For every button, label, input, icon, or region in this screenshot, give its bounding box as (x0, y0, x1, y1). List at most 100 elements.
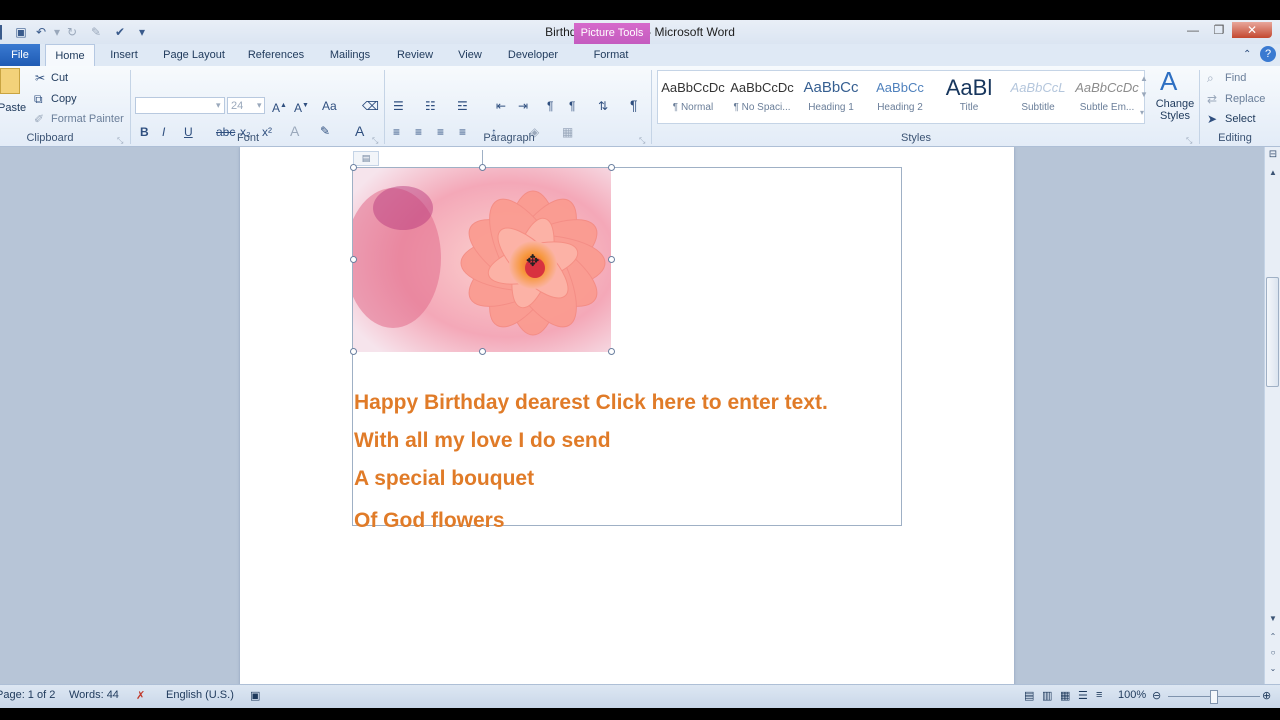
browse-object-icon[interactable]: ○ (1267, 647, 1279, 659)
zoom-in-icon[interactable]: ⊕ (1262, 689, 1271, 702)
cut-button[interactable]: Cut (51, 72, 68, 84)
resize-handle-n[interactable] (479, 164, 486, 171)
card-line-4[interactable]: Of God flowers (354, 509, 505, 533)
numbering-icon[interactable]: ☷ (425, 99, 436, 113)
zoom-level[interactable]: 100% (1118, 689, 1146, 701)
tab-page-layout[interactable]: Page Layout (155, 44, 233, 66)
copy-button[interactable]: Copy (51, 93, 77, 105)
scroll-down-icon[interactable]: ▼ (1267, 613, 1279, 625)
word-count[interactable]: Words: 44 (69, 689, 119, 701)
tab-references[interactable]: References (240, 44, 312, 66)
resize-handle-s[interactable] (479, 348, 486, 355)
macro-recording-icon[interactable]: ▣ (250, 689, 260, 702)
paste-button[interactable]: Paste (0, 102, 26, 114)
ltr-icon[interactable]: ¶ (547, 99, 553, 113)
font-name-dropdown-icon[interactable]: ▾ (216, 98, 221, 112)
style-normal[interactable]: AaBbCcDc ¶ Normal (660, 75, 726, 121)
previous-page-icon[interactable]: ⌃ (1267, 631, 1279, 643)
draft-icon[interactable]: ≡ (1096, 689, 1102, 701)
font-name-combo[interactable] (135, 97, 225, 114)
styles-scroll-up-icon[interactable]: ▲ (1140, 72, 1148, 86)
tab-mailings[interactable]: Mailings (320, 44, 380, 66)
resize-handle-sw[interactable] (350, 348, 357, 355)
font-launcher-icon[interactable]: ⤡ (372, 134, 378, 148)
cut-icon[interactable]: ✂ (35, 71, 45, 85)
decrease-indent-icon[interactable]: ⇤ (496, 99, 506, 113)
print-layout-icon[interactable]: ▤ (1024, 689, 1034, 702)
copy-icon[interactable]: ⧉ (34, 92, 43, 106)
find-icon[interactable]: ⌕ (1207, 71, 1214, 85)
select-button[interactable]: Select (1225, 113, 1256, 125)
tab-insert[interactable]: Insert (100, 44, 148, 66)
document-page[interactable]: ▤ ✥ Happy Birthday dearest Click here to… (240, 147, 1014, 684)
style-heading-1[interactable]: AaBbCc Heading 1 (798, 75, 864, 121)
styles-scroll-down-icon[interactable]: ▼ (1140, 88, 1148, 102)
scroll-up-icon[interactable]: ▲ (1267, 167, 1279, 179)
tab-home[interactable]: Home (45, 44, 95, 68)
resize-handle-se[interactable] (608, 348, 615, 355)
style-title[interactable]: AaBl Title (936, 75, 1002, 121)
layout-anchor-icon[interactable]: ▤ (353, 151, 379, 166)
bullets-icon[interactable]: ☰ (393, 99, 404, 113)
resize-handle-e[interactable] (608, 256, 615, 263)
close-icon[interactable]: ✕ (1232, 22, 1272, 38)
change-styles-icon[interactable]: A (1160, 66, 1177, 96)
vertical-scrollbar[interactable]: ⊟ ▲ ▼ ⌃ ○ ⌄ (1264, 147, 1280, 684)
change-case-icon[interactable]: Aa (322, 99, 337, 113)
card-line-3[interactable]: A special bouquet (354, 467, 534, 491)
styles-more-icon[interactable]: ▾ (1140, 106, 1144, 120)
clear-formatting-icon[interactable]: ⌫ (362, 99, 379, 113)
tab-file[interactable]: File (0, 44, 40, 66)
tab-developer[interactable]: Developer (500, 44, 566, 66)
flower-picture[interactable] (353, 168, 611, 352)
outline-icon[interactable]: ☰ (1078, 689, 1088, 702)
style-no-spacing[interactable]: AaBbCcDc ¶ No Spaci... (729, 75, 795, 121)
zoom-slider-thumb[interactable] (1210, 690, 1218, 704)
multilevel-list-icon[interactable]: ☲ (457, 99, 468, 113)
resize-handle-ne[interactable] (608, 164, 615, 171)
show-formatting-icon[interactable]: ¶ (630, 98, 638, 112)
rtl-icon[interactable]: ¶ (569, 99, 575, 113)
replace-button[interactable]: Replace (1225, 93, 1265, 105)
format-painter-icon[interactable]: ✐ (34, 112, 44, 126)
language[interactable]: English (U.S.) (166, 689, 234, 701)
styles-launcher-icon[interactable]: ⤡ (1186, 134, 1192, 148)
proofing-icon[interactable]: ✗ (136, 689, 145, 702)
select-icon[interactable]: ➤ (1207, 112, 1217, 126)
card-line-1[interactable]: Happy Birthday dearest Click here to ent… (354, 391, 828, 415)
grow-font-icon[interactable]: A▲ (272, 99, 287, 115)
resize-handle-w[interactable] (350, 256, 357, 263)
replace-icon[interactable]: ⇄ (1207, 92, 1217, 106)
tab-view[interactable]: View (448, 44, 492, 66)
next-page-icon[interactable]: ⌄ (1267, 663, 1279, 675)
font-size-dropdown-icon[interactable]: ▾ (257, 98, 262, 112)
font-color-icon[interactable]: A (355, 124, 364, 138)
document-area[interactable]: ▤ ✥ Happy Birthday dearest Click here to… (0, 147, 1264, 684)
ruler-toggle-icon[interactable]: ⊟ (1267, 149, 1279, 161)
minimize-icon[interactable]: — (1180, 22, 1206, 38)
tab-review[interactable]: Review (390, 44, 440, 66)
web-layout-icon[interactable]: ▦ (1060, 689, 1070, 702)
paragraph-launcher-icon[interactable]: ⤡ (639, 134, 645, 148)
help-icon[interactable]: ? (1260, 46, 1276, 62)
style-subtle-emphasis[interactable]: AaBbCcDc Subtle Em... (1074, 75, 1140, 121)
page-count[interactable]: Page: 1 of 2 (0, 689, 55, 701)
card-line-2[interactable]: With all my love I do send (354, 429, 611, 453)
style-subtitle[interactable]: AaBbCcL Subtitle (1005, 75, 1071, 121)
increase-indent-icon[interactable]: ⇥ (518, 99, 528, 113)
tab-format[interactable]: Format (576, 44, 646, 66)
clipboard-launcher-icon[interactable]: ⤡ (117, 134, 123, 148)
format-painter-button[interactable]: Format Painter (51, 113, 124, 125)
scroll-thumb[interactable] (1266, 277, 1279, 387)
resize-handle-nw[interactable] (350, 164, 357, 171)
change-styles-button[interactable]: Change Styles (1155, 98, 1195, 122)
full-screen-reading-icon[interactable]: ▥ (1042, 689, 1052, 702)
shrink-font-icon[interactable]: A▼ (294, 99, 309, 115)
style-heading-2[interactable]: AaBbCc Heading 2 (867, 75, 933, 121)
find-button[interactable]: Find (1225, 72, 1246, 84)
paste-icon[interactable] (0, 68, 20, 94)
restore-icon[interactable]: ❐ (1206, 22, 1232, 38)
sort-icon[interactable]: ⇅ (598, 99, 608, 113)
minimize-ribbon-icon[interactable]: ⌃ (1243, 48, 1251, 62)
zoom-out-icon[interactable]: ⊖ (1152, 689, 1161, 702)
